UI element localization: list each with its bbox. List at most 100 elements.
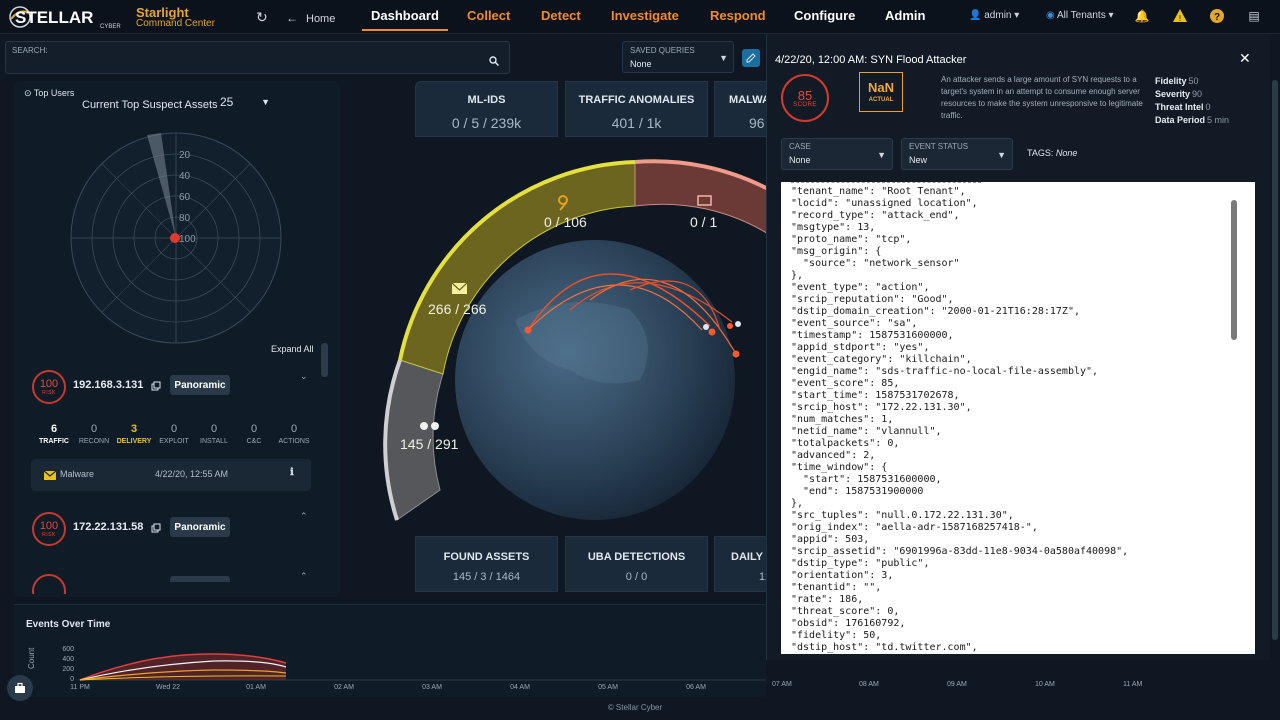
nav-configure[interactable]: Configure (794, 8, 855, 23)
pencil-icon (746, 53, 756, 63)
caret-down-icon: ▼ (261, 97, 270, 107)
search-label: SEARCH: (12, 46, 48, 55)
score-badge: 85 SCORE (781, 74, 829, 122)
radar-tick: 20 (179, 150, 191, 161)
radar-tick: 60 (179, 192, 191, 203)
event-status-value: New (909, 155, 928, 165)
json-line: "srcip_reputation": "Good", (791, 294, 954, 305)
risk-badge-partial (32, 574, 66, 594)
chevron-up-icon[interactable]: ⌃ (300, 511, 308, 522)
edit-query-button[interactable] (742, 49, 760, 67)
chevron-up-icon[interactable]: ⌃ (300, 571, 308, 582)
x-tick: 11 PM (70, 684, 90, 691)
brand-text: STELLAR (15, 8, 93, 27)
killchain-stat-traffic[interactable]: 6 TRAFFIC (34, 423, 74, 445)
expand-all-button[interactable]: Expand All (271, 344, 314, 354)
copy-icon[interactable] (151, 523, 161, 533)
toggle-icon: ⊙ (24, 88, 32, 98)
stat-card-ml-ids[interactable]: ML-IDS 0 / 5 / 239k (415, 81, 558, 137)
arc-label-traffic[interactable]: 145 / 291 (400, 436, 458, 452)
events-chart[interactable]: Count 600 400 200 0 11 PM Wed 22 01 AM 0… (14, 629, 766, 698)
killchain-stat-actions[interactable]: 0 ACTIONS (274, 423, 314, 445)
toolbox-button[interactable] (7, 675, 33, 701)
stat-card-found-assets[interactable]: FOUND ASSETS 145 / 3 / 1464 (415, 536, 558, 592)
arc-label-recon[interactable]: 0 / 106 (544, 214, 587, 230)
json-line: "msg_origin": { (791, 246, 882, 257)
card-title: FOUND ASSETS (443, 551, 530, 563)
asset-count-select[interactable]: 25 ▼ (220, 95, 270, 113)
panel-scrollbar[interactable] (321, 343, 328, 377)
home-link[interactable]: ← Home (286, 11, 335, 25)
panoramic-button[interactable]: Panoramic (170, 375, 230, 395)
json-line: "event_type": "action", (791, 282, 930, 293)
killchain-stat-delivery[interactable]: 3 DELIVERY (114, 423, 154, 445)
stat-card-malware[interactable]: MALWA 96 (714, 81, 774, 137)
case-select[interactable]: CASE None ▼ (781, 138, 893, 170)
card-value: 0 / 5 / 239k (451, 115, 522, 131)
event-row[interactable]: Malware 4/22/20, 12:55 AM ℹ (31, 459, 311, 491)
stat-card-uba-detections[interactable]: UBA DETECTIONS 0 / 0 (565, 536, 708, 592)
nav-investigate[interactable]: Investigate (611, 8, 679, 23)
asset-ip[interactable]: 172.22.131.58 (73, 521, 143, 533)
killchain-stat-exploit[interactable]: 0 EXPLOIT (154, 423, 194, 445)
brand-suffix: CYBER (100, 24, 121, 30)
killchain-stat-install[interactable]: 0 INSTALL (194, 423, 234, 445)
info-icon[interactable]: ℹ (290, 467, 294, 478)
nav-respond[interactable]: Respond (710, 8, 766, 23)
chevron-down-icon: ▾ (1014, 10, 1020, 21)
refresh-icon[interactable]: ↻ (256, 9, 268, 26)
events-over-time-panel: Events Over Time Count 600 400 200 0 11 … (14, 604, 766, 697)
event-json-viewer[interactable]: "tenant_name": "Root Tenant", "locid": "u… (781, 182, 1255, 654)
x-tick: 05 AM (598, 684, 618, 691)
nav-collect[interactable]: Collect (467, 8, 510, 23)
x-tick: 04 AM (510, 684, 530, 691)
tags-field[interactable]: TAGS: None (1027, 148, 1077, 158)
tenant-menu[interactable]: ◉ All Tenants ▾ (1046, 10, 1114, 21)
stat-card-daily[interactable]: DAILY D 12 (714, 536, 774, 592)
actual-badge: NaN ACTUAL (859, 72, 903, 112)
help-icon[interactable]: ? (1209, 8, 1225, 24)
copy-icon[interactable] (151, 381, 161, 391)
json-line: }, (791, 498, 804, 509)
chat-icon[interactable]: ▤ (1246, 8, 1262, 24)
risk-score: 100 (39, 377, 59, 390)
json-line: }, (791, 270, 804, 281)
metric-fidelity: Fidelity 50 (1155, 76, 1199, 86)
page-scrollbar[interactable] (1272, 80, 1278, 640)
killchain-stat-reconn[interactable]: 0 RECONN (74, 423, 114, 445)
close-icon[interactable]: ✕ (1239, 50, 1251, 67)
top-users-toggle[interactable]: ⊙ Top Users (24, 88, 74, 99)
tags-label: TAGS: (1027, 148, 1054, 158)
saved-queries-select[interactable]: SAVED QUERIES None ▼ (622, 41, 734, 73)
nav-detect[interactable]: Detect (541, 8, 581, 23)
radar-asset-dot[interactable] (170, 233, 180, 243)
nav-dashboard[interactable]: Dashboard (362, 8, 448, 31)
score-value: 85 (797, 87, 813, 103)
panoramic-button[interactable]: Panoramic (170, 517, 230, 537)
stat-card-traffic-anomalies[interactable]: TRAFFIC ANOMALIES 401 / 1k (565, 81, 708, 137)
search-icon[interactable] (489, 56, 499, 66)
x-tick: 09 AM (947, 681, 967, 688)
arc-label-exploit[interactable]: 0 / 1 (690, 214, 717, 230)
panoramic-button-partial[interactable] (170, 576, 230, 582)
bell-icon[interactable]: 🔔 (1134, 8, 1150, 24)
json-line: "totalpackets": 0, (791, 438, 900, 449)
json-line: "srcip_host": "172.22.131.30", (791, 402, 972, 413)
caret-down-icon: ▼ (719, 53, 728, 63)
json-line: "appid": 503, (791, 534, 870, 545)
briefcase-icon (15, 682, 25, 693)
nav-admin[interactable]: Admin (885, 8, 925, 23)
json-scrollbar[interactable] (1231, 200, 1237, 340)
chevron-down-icon[interactable]: ⌄ (300, 371, 308, 382)
alert-badge-icon[interactable]: ! (1172, 8, 1188, 24)
card-value: 401 / 1k (611, 115, 662, 131)
user-icon: 👤 (969, 10, 982, 21)
user-menu[interactable]: 👤 admin ▾ (969, 10, 1019, 21)
stellar-cyber-logo[interactable]: STELLAR CYBER (8, 4, 130, 30)
risk-badge: 100 RISK (32, 512, 66, 546)
arc-label-delivery[interactable]: 266 / 266 (428, 301, 486, 317)
asset-ip[interactable]: 192.168.3.131 (73, 379, 143, 391)
event-status-select[interactable]: EVENT STATUS New ▼ (901, 138, 1013, 170)
search-input[interactable]: SEARCH: (5, 41, 510, 74)
killchain-stat-cnc[interactable]: 0 C&C (234, 423, 274, 445)
